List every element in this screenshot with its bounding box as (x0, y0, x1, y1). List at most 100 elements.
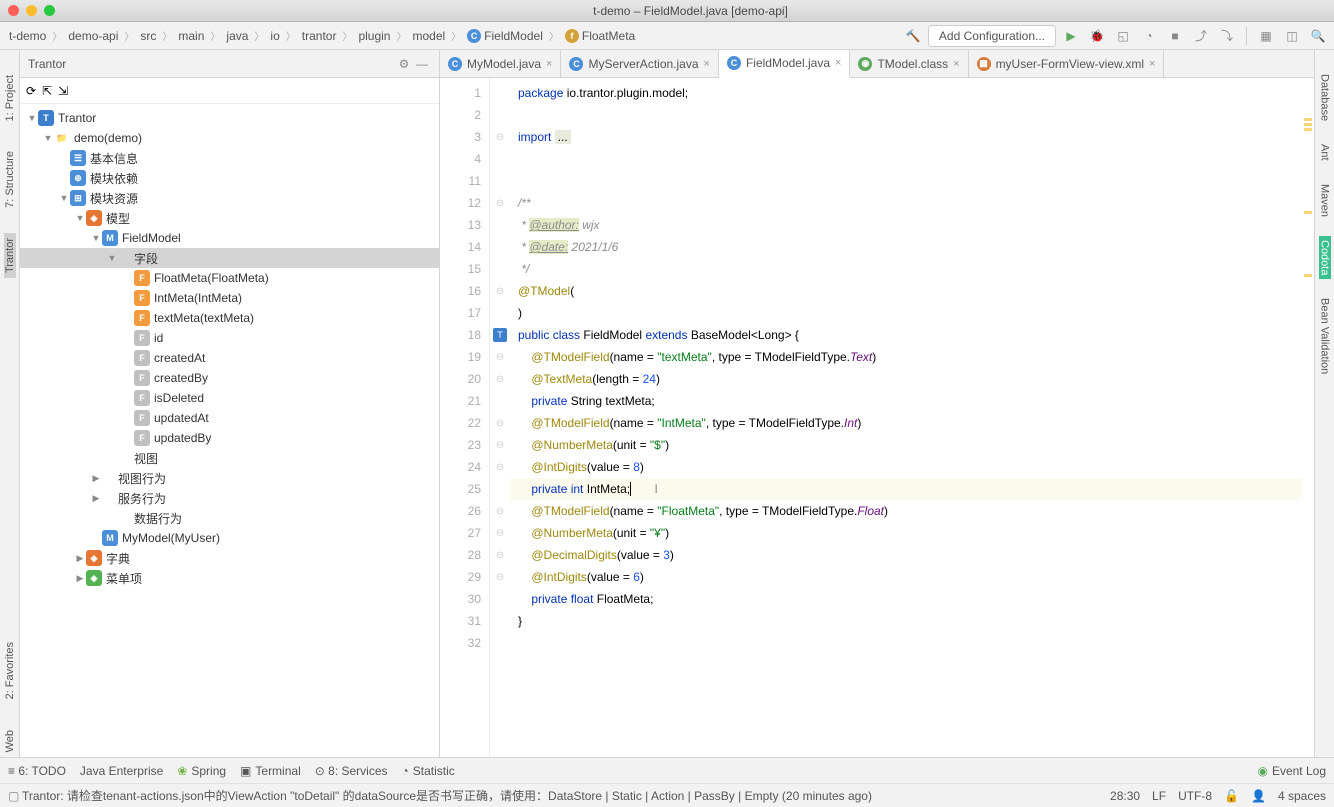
breadcrumb-item[interactable]: trantor (298, 27, 341, 45)
tree-node[interactable]: ▼TTrantor (20, 108, 439, 128)
tree-node[interactable]: Fid (20, 328, 439, 348)
tree-node[interactable]: ▶◈字典 (20, 548, 439, 568)
rail-favorites[interactable]: 2: Favorites (4, 637, 16, 704)
rail-database[interactable]: Database (1319, 70, 1331, 125)
rail-ant[interactable]: Ant (1319, 140, 1331, 165)
breadcrumb-item[interactable]: t-demo (5, 27, 50, 45)
search-icon[interactable]: 🔍 (1307, 25, 1329, 47)
status-encoding[interactable]: UTF-8 (1178, 789, 1212, 803)
rail-maven[interactable]: Maven (1319, 180, 1331, 221)
tool-window-toolbar: ⟳ ⇱ ⇲ (20, 78, 439, 104)
close-tab-icon[interactable]: × (546, 58, 552, 70)
spring-button[interactable]: ❀Spring (177, 764, 226, 778)
hide-icon[interactable]: — (413, 55, 431, 73)
tree-node[interactable]: FFloatMeta(FloatMeta) (20, 268, 439, 288)
coverage-icon[interactable]: ◱ (1112, 25, 1134, 47)
status-line-sep[interactable]: LF (1152, 789, 1166, 803)
code-content[interactable]: package io.trantor.plugin.model;import .… (510, 78, 1302, 757)
statistic-button[interactable]: ◔Statistic (402, 764, 455, 778)
terminal-button[interactable]: ▣Terminal (240, 764, 301, 778)
tree-node[interactable]: ▼📁demo(demo) (20, 128, 439, 148)
rail-trantor[interactable]: Trantor (4, 233, 16, 278)
tree-node[interactable]: ▼MFieldModel (20, 228, 439, 248)
tree-view[interactable]: ▼TTrantor▼📁demo(demo)☰基本信息⊕模块依赖▼⊞模块资源▼◈模… (20, 104, 439, 757)
tree-node[interactable]: FisDeleted (20, 388, 439, 408)
status-indent[interactable]: 4 spaces (1278, 789, 1326, 803)
close-tab-icon[interactable]: × (835, 57, 841, 69)
breadcrumb-item[interactable]: src (136, 27, 160, 45)
tree-node[interactable]: FupdatedAt (20, 408, 439, 428)
breadcrumb-item[interactable]: model (408, 27, 449, 45)
layout-icon[interactable]: ▦ (1255, 25, 1277, 47)
tree-node[interactable]: MMyModel(MyUser) (20, 528, 439, 548)
editor-tab[interactable]: CMyModel.java× (440, 50, 561, 77)
breadcrumb-item[interactable]: CFieldModel (463, 27, 547, 45)
tree-node[interactable]: ▶◈菜单项 (20, 568, 439, 588)
rail-codota[interactable]: Codota (1319, 236, 1331, 279)
rail-web[interactable]: Web (4, 725, 16, 757)
right-tool-rail: Database Ant Maven Codota Bean Validatio… (1314, 50, 1334, 757)
close-tab-icon[interactable]: × (704, 58, 710, 70)
zoom-icon[interactable] (44, 5, 55, 16)
breadcrumb-item[interactable]: plugin (354, 27, 394, 45)
tree-node[interactable]: 数据行为 (20, 508, 439, 528)
code-editor[interactable]: 1234111213141516171819202122232425262728… (440, 78, 1314, 757)
gear-icon[interactable]: ⚙ (395, 55, 413, 73)
tree-node[interactable]: ☰基本信息 (20, 148, 439, 168)
tree-node[interactable]: FIntMeta(IntMeta) (20, 288, 439, 308)
editor-tab[interactable]: CMyServerAction.java× (561, 50, 718, 77)
tree-node[interactable]: 视图 (20, 448, 439, 468)
tree-node[interactable]: ▶服务行为 (20, 488, 439, 508)
editor-tab[interactable]: ▦myUser-FormView-view.xml× (969, 50, 1165, 77)
profile-icon[interactable]: ◔ (1138, 25, 1160, 47)
editor-tab[interactable]: ◉TModel.class× (850, 50, 968, 77)
todo-button[interactable]: ≡ 6: TODO (8, 764, 66, 778)
debug-icon[interactable]: 🐞 (1086, 25, 1108, 47)
breadcrumb: t-demo〉demo-api〉src〉main〉java〉io〉trantor… (5, 27, 902, 45)
vcs-icon[interactable]: ⤴ (1190, 25, 1212, 47)
vcs-icon[interactable]: ⤵ (1216, 25, 1238, 47)
run-icon[interactable]: ▶ (1060, 25, 1082, 47)
tool-window-title: Trantor (28, 57, 66, 71)
tree-node[interactable]: FcreatedAt (20, 348, 439, 368)
tree-node[interactable]: ▼字段 (20, 248, 439, 268)
minimize-icon[interactable] (26, 5, 37, 16)
tree-node[interactable]: ▼◈模型 (20, 208, 439, 228)
breadcrumb-item[interactable]: demo-api (64, 27, 122, 45)
editor-tab[interactable]: CFieldModel.java× (719, 50, 850, 78)
services-button[interactable]: ⊙ 8: Services (315, 764, 388, 778)
breadcrumb-item[interactable]: java (222, 27, 252, 45)
event-log-button[interactable]: ◉Event Log (1257, 764, 1326, 778)
error-stripe[interactable] (1302, 78, 1314, 757)
java-ee-button[interactable]: Java Enterprise (80, 764, 163, 778)
inspector-icon[interactable]: 👤 (1251, 789, 1266, 803)
collapse-icon[interactable]: ⇲ (58, 84, 68, 98)
tree-node[interactable]: FcreatedBy (20, 368, 439, 388)
breadcrumb-item[interactable]: main (174, 27, 208, 45)
rail-project[interactable]: 1: Project (4, 70, 16, 126)
tree-node[interactable]: FtextMeta(textMeta) (20, 308, 439, 328)
close-tab-icon[interactable]: × (1149, 58, 1155, 70)
left-tool-rail: 1: Project 7: Structure Trantor 2: Favor… (0, 50, 20, 757)
breadcrumb-item[interactable]: io (266, 27, 283, 45)
tree-node[interactable]: FupdatedBy (20, 428, 439, 448)
hammer-icon[interactable]: 🔨 (902, 25, 924, 47)
lock-icon[interactable]: 🔓 (1224, 789, 1239, 803)
tree-node[interactable]: ⊕模块依赖 (20, 168, 439, 188)
close-icon[interactable] (8, 5, 19, 16)
close-tab-icon[interactable]: × (953, 58, 959, 70)
tree-node[interactable]: ▶视图行为 (20, 468, 439, 488)
status-cursor-pos[interactable]: 28:30 (1110, 789, 1140, 803)
rail-bean-validation[interactable]: Bean Validation (1319, 294, 1331, 378)
editor-area: CMyModel.java×CMyServerAction.java×CFiel… (440, 50, 1314, 757)
layout-icon[interactable]: ◫ (1281, 25, 1303, 47)
editor-tabs: CMyModel.java×CMyServerAction.java×CFiel… (440, 50, 1314, 78)
run-config-select[interactable]: Add Configuration... (928, 25, 1056, 47)
status-icon[interactable]: ▢ (8, 789, 22, 803)
expand-icon[interactable]: ⇱ (42, 84, 52, 98)
refresh-icon[interactable]: ⟳ (26, 84, 36, 98)
breadcrumb-item[interactable]: fFloatMeta (561, 27, 639, 45)
rail-structure[interactable]: 7: Structure (4, 146, 16, 213)
tree-node[interactable]: ▼⊞模块资源 (20, 188, 439, 208)
stop-icon[interactable]: ■ (1164, 25, 1186, 47)
